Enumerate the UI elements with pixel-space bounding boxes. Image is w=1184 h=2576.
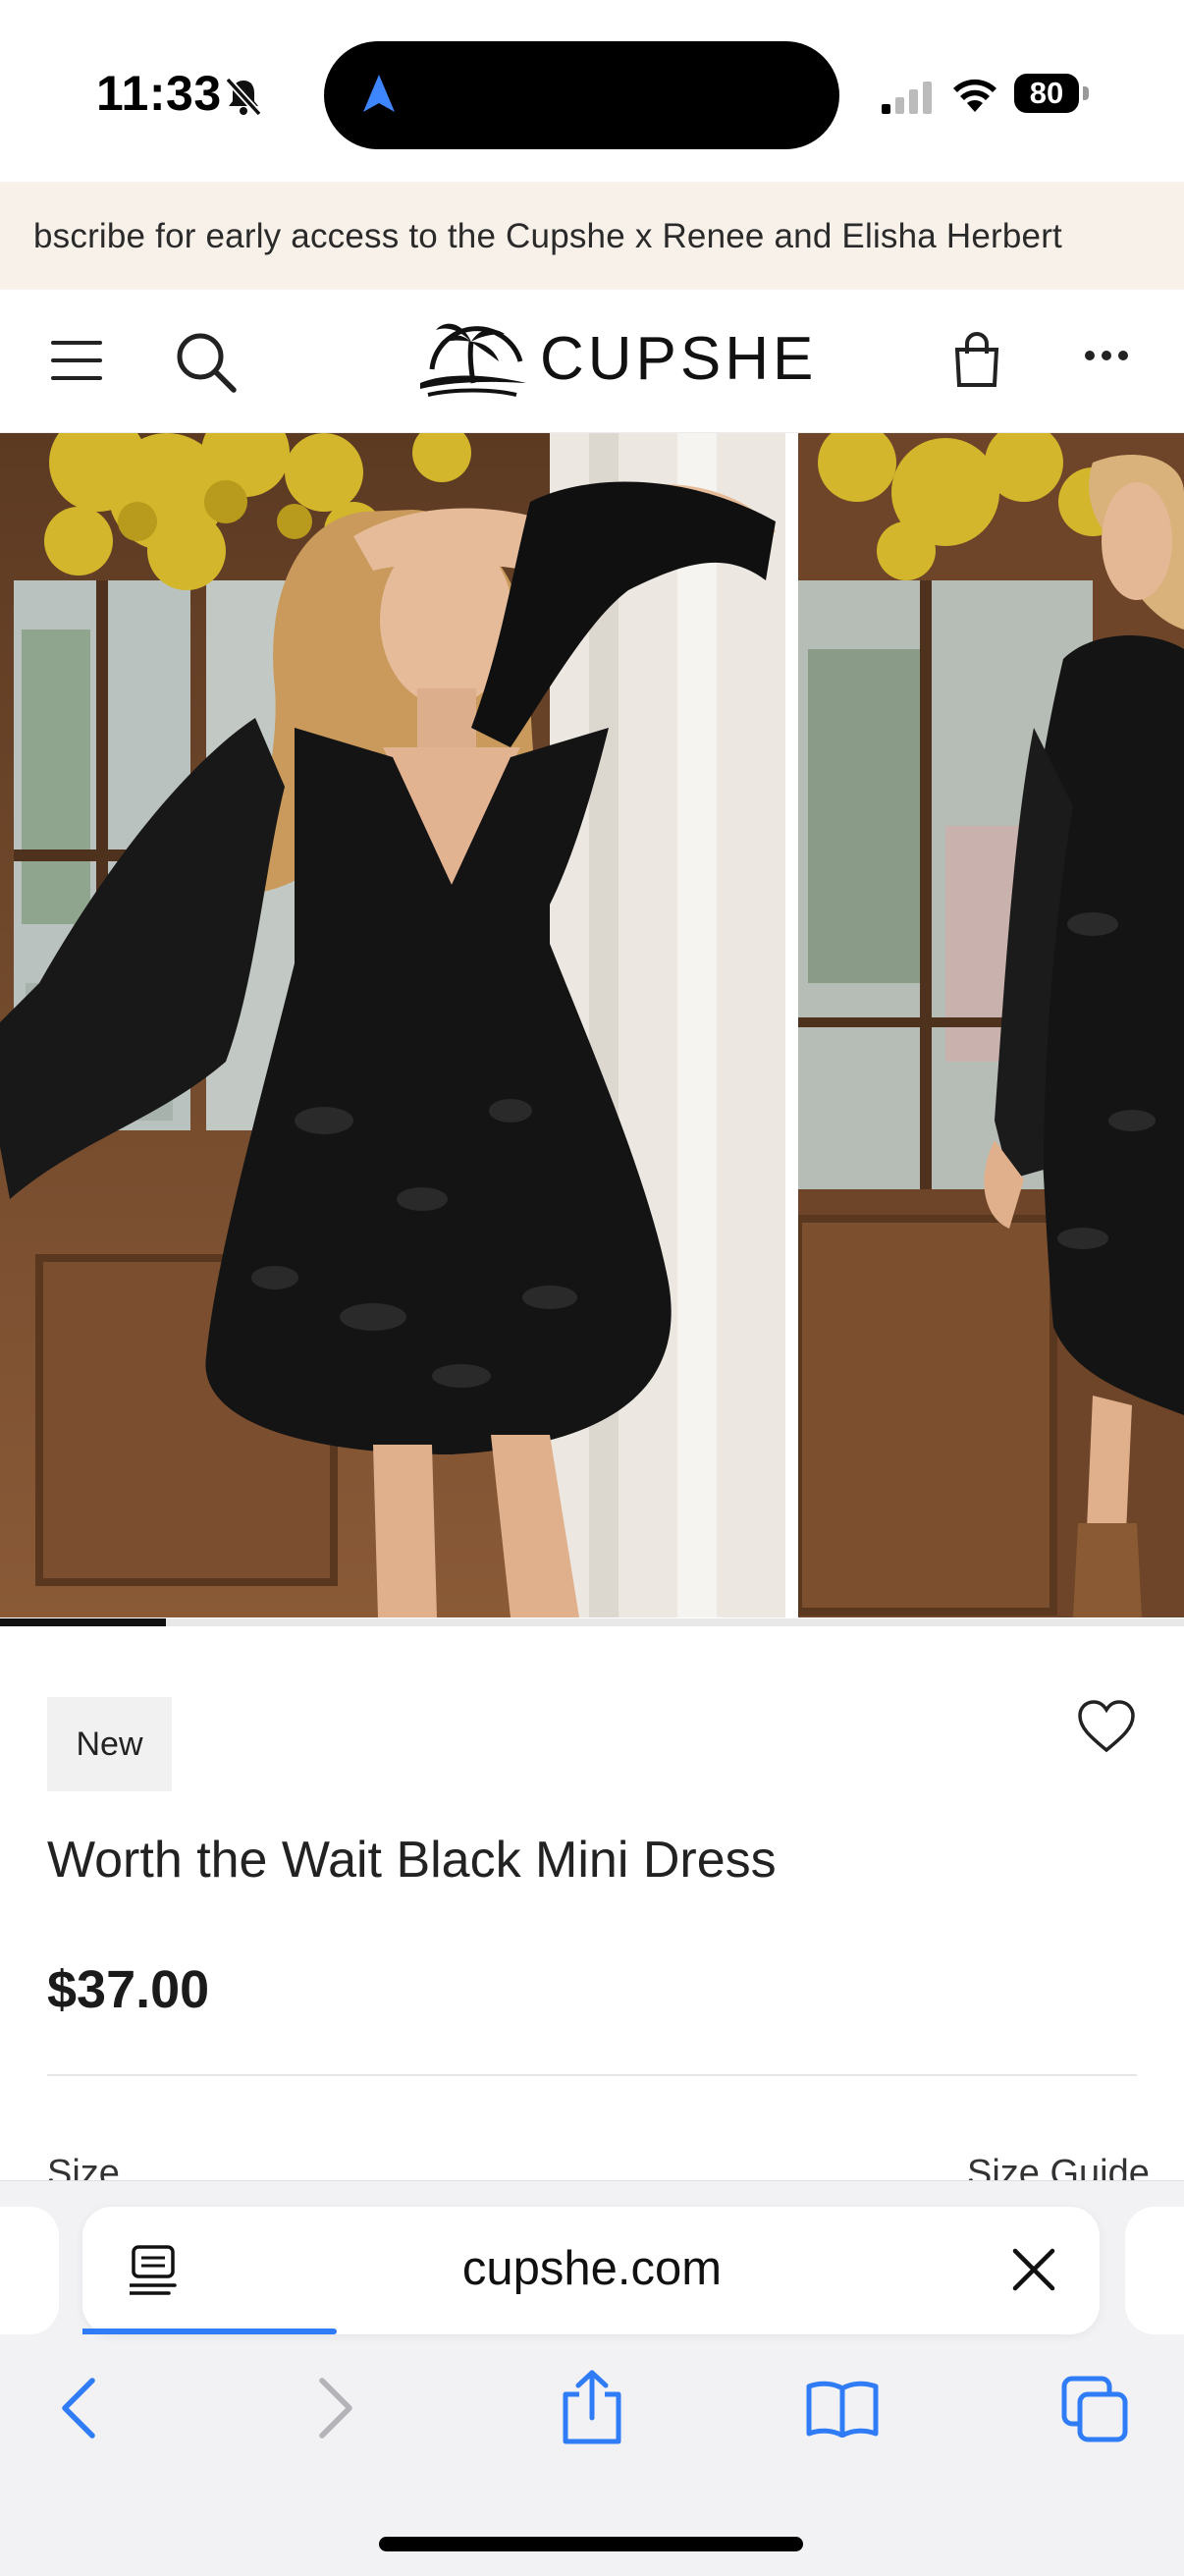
- model-front-photo: [0, 433, 785, 1617]
- signal-icon: [882, 82, 932, 114]
- product-image-front[interactable]: [0, 433, 785, 1617]
- search-icon[interactable]: [175, 331, 238, 394]
- brand-logo[interactable]: CUPSHE: [540, 324, 817, 394]
- dynamic-island: [324, 41, 839, 149]
- new-badge: New: [47, 1697, 172, 1791]
- location-arrow-icon: [363, 75, 395, 112]
- wifi-icon: [953, 79, 996, 112]
- url-text[interactable]: cupshe.com: [0, 2241, 1184, 2296]
- home-indicator: [379, 2537, 803, 2551]
- product-title: Worth the Wait Black Mini Dress: [47, 1832, 777, 1889]
- battery-icon: 80: [1014, 74, 1079, 113]
- share-icon[interactable]: [558, 2369, 626, 2445]
- gallery-progress-fill: [0, 1618, 166, 1626]
- back-icon[interactable]: [59, 2377, 98, 2439]
- gallery-progress-track: [0, 1618, 1184, 1626]
- model-side-photo: [798, 433, 1184, 1617]
- page-load-progress: [82, 2329, 337, 2334]
- product-price: $37.00: [47, 1960, 210, 2019]
- divider: [47, 2074, 1137, 2076]
- close-icon[interactable]: [1011, 2247, 1056, 2292]
- forward-icon[interactable]: [316, 2377, 355, 2439]
- menu-icon[interactable]: [51, 339, 102, 382]
- bookmarks-icon[interactable]: [805, 2379, 880, 2438]
- promo-banner[interactable]: bscribe for early access to the Cupshe x…: [0, 182, 1184, 290]
- heart-icon[interactable]: [1076, 1699, 1137, 1754]
- bell-slash-icon: [225, 77, 262, 117]
- more-icon[interactable]: [1085, 350, 1128, 361]
- status-time: 11:33: [96, 66, 222, 121]
- palm-logo-icon[interactable]: [414, 312, 532, 403]
- product-image-side[interactable]: [798, 433, 1184, 1617]
- tabs-icon[interactable]: [1060, 2375, 1129, 2443]
- battery-tip: [1083, 86, 1089, 100]
- bag-icon[interactable]: [952, 332, 1001, 387]
- promo-text: bscribe for early access to the Cupshe x…: [33, 217, 1062, 255]
